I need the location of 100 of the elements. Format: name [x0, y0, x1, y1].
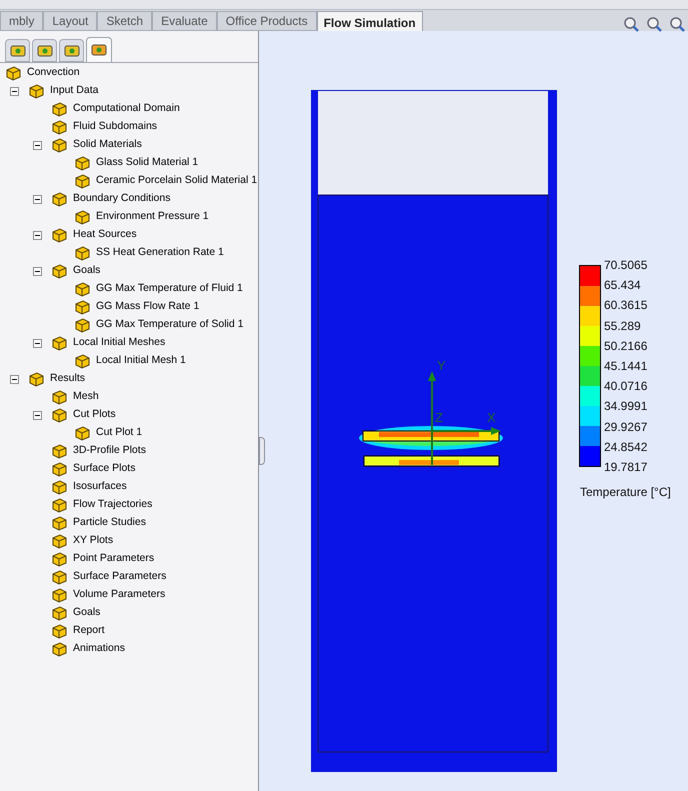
node-icon [74, 245, 91, 261]
panel-tab[interactable] [59, 39, 84, 62]
node-icon [51, 191, 68, 207]
tree-item[interactable]: Input Data [50, 83, 98, 99]
node-icon [51, 461, 68, 477]
collapse-icon[interactable] [10, 86, 19, 96]
splitter-handle[interactable] [259, 437, 265, 465]
node-icon [74, 299, 91, 315]
panel-tab[interactable] [32, 39, 57, 62]
tree-item[interactable]: 3D-Profile Plots [73, 443, 146, 459]
tree-item[interactable]: Ceramic Porcelain Solid Material 1 [96, 173, 258, 189]
tree-item[interactable]: Cut Plots [73, 407, 116, 423]
tree-item[interactable]: Fluid Subdomains [73, 119, 158, 135]
collapse-icon[interactable] [33, 266, 42, 276]
legend-value: 45.1441 [604, 358, 648, 375]
node-icon [51, 443, 68, 459]
node-icon [51, 587, 68, 603]
ribbon-tab[interactable]: Flow Simulation [316, 11, 423, 33]
legend-value: 34.9991 [604, 399, 648, 416]
tree-item[interactable]: Heat Sources [73, 227, 137, 243]
node-icon [74, 317, 91, 333]
tree-item[interactable]: Results [50, 371, 86, 387]
collapse-icon[interactable] [33, 338, 42, 348]
node-icon [51, 389, 68, 405]
ribbon-tab[interactable]: Evaluate [152, 11, 217, 31]
zoom-icon[interactable] [623, 16, 640, 33]
legend-value: 40.0716 [604, 379, 648, 396]
legend-value: 24.8542 [604, 440, 648, 456]
panel-tab[interactable] [5, 39, 30, 62]
node-icon [51, 497, 68, 513]
tree-item[interactable]: Point Parameters [73, 551, 154, 567]
tree-item[interactable]: Mesh [73, 389, 99, 405]
panel-tab[interactable] [86, 37, 112, 62]
ribbon-tab[interactable]: mbly [0, 11, 44, 31]
legend-value: 29.9267 [604, 420, 648, 436]
tree-item[interactable]: SS Heat Generation Rate 1 [96, 245, 224, 261]
node-icon [51, 137, 68, 153]
node-icon [51, 515, 68, 531]
node-icon [74, 281, 91, 297]
tree-item[interactable]: GG Mass Flow Rate 1 [96, 299, 200, 315]
tree-item[interactable]: Glass Solid Material 1 [96, 155, 198, 171]
tree-item[interactable]: Surface Plots [73, 461, 136, 477]
tree-item[interactable]: Boundary Conditions [73, 191, 170, 207]
ribbon-tab[interactable]: Sketch [97, 11, 152, 31]
node-icon [51, 569, 68, 585]
node-icon [51, 407, 68, 423]
collapse-icon[interactable] [33, 410, 42, 420]
node-icon [51, 551, 68, 567]
legend-value: 60.3615 [604, 298, 648, 314]
node-icon [51, 641, 68, 657]
node-icon [51, 623, 68, 639]
collapse-icon[interactable] [33, 230, 42, 240]
tree-item[interactable]: Computational Domain [73, 101, 180, 117]
tree-item[interactable]: Local Initial Mesh 1 [96, 353, 186, 369]
node-icon [51, 533, 68, 549]
tree-item[interactable]: Surface Parameters [73, 569, 166, 585]
tree-item[interactable]: XY Plots [73, 533, 114, 549]
tree-item[interactable]: Local Initial Meshes [73, 335, 166, 351]
node-icon [51, 605, 68, 621]
tree-item[interactable]: Animations [73, 641, 125, 657]
tree-item[interactable]: Flow Trajectories [73, 497, 152, 513]
collapse-icon[interactable] [33, 194, 42, 204]
tab-icon [36, 44, 52, 58]
legend-value: 19.7817 [604, 460, 648, 476]
node-icon [51, 335, 68, 351]
tree-item[interactable]: Isosurfaces [73, 479, 127, 495]
legend-value: 55.289 [604, 318, 642, 335]
node-icon [28, 371, 45, 387]
collapse-icon[interactable] [10, 374, 19, 384]
legend-title: Temperature [°C] [580, 484, 671, 501]
tree-item[interactable]: Volume Parameters [73, 587, 166, 603]
axis-label: X [487, 411, 496, 424]
tree-item[interactable]: Report [73, 623, 105, 639]
node-icon [51, 101, 68, 117]
tree-item[interactable]: Environment Pressure 1 [96, 209, 209, 225]
tree-item[interactable]: Particle Studies [73, 515, 146, 531]
ribbon-tab[interactable]: Office Products [216, 11, 317, 31]
tree-item[interactable]: Goals [73, 605, 100, 621]
tree-item[interactable]: Cut Plot 1 [96, 425, 142, 441]
node-icon [74, 155, 91, 171]
node-icon [5, 65, 22, 81]
node-icon [74, 353, 91, 369]
legend-value: 50.2166 [604, 338, 648, 355]
node-icon [51, 227, 68, 243]
node-icon [51, 263, 68, 279]
axis-label: Z [435, 411, 443, 424]
tab-icon [91, 43, 107, 57]
tree-item[interactable]: GG Max Temperature of Fluid 1 [96, 281, 243, 297]
tree-item[interactable]: GG Max Temperature of Solid 1 [96, 317, 244, 333]
node-icon [74, 209, 91, 225]
tree-item[interactable]: Convection [27, 65, 80, 81]
tab-icon [10, 44, 26, 58]
node-icon [51, 119, 68, 135]
ribbon-tab[interactable]: Layout [43, 11, 98, 31]
tab-icon [64, 44, 80, 58]
legend-value: 65.434 [604, 278, 642, 294]
tree-item[interactable]: Solid Materials [73, 137, 142, 153]
collapse-icon[interactable] [33, 140, 42, 150]
node-icon [74, 173, 91, 189]
tree-item[interactable]: Goals [73, 263, 100, 279]
